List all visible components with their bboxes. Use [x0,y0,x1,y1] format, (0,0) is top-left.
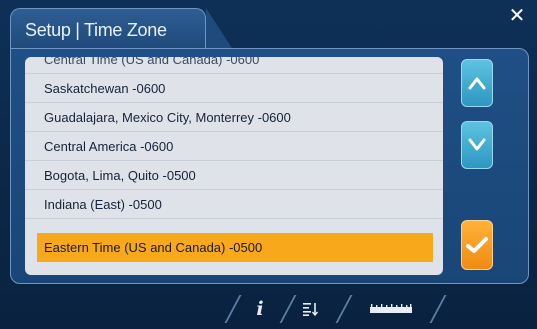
timezone-list[interactable]: Central Time (US and Canada) -0600 Saska… [25,57,443,275]
timezone-item[interactable]: Saskatchewan -0600 [25,74,443,103]
info-icon: i [256,298,264,320]
sort-icon [303,303,319,316]
timezone-item[interactable]: Guadalajara, Mexico City, Monterrey -060… [25,103,443,132]
checkmark-icon [466,237,488,253]
title-tab: Setup | Time Zone [10,8,232,48]
ruler-icon [370,304,412,313]
info-button[interactable]: i [253,298,267,320]
toolbar-divider [335,295,353,323]
ruler-button[interactable] [370,298,412,320]
timezone-item[interactable]: Central America -0600 [25,132,443,161]
timezone-item-partial[interactable]: Central Time (US and Canada) -0600 [25,57,443,74]
page-title: Setup | Time Zone [25,20,167,40]
scroll-up-button[interactable] [461,59,493,107]
bottom-toolbar: i [0,290,537,329]
toolbar-divider [429,295,447,323]
chevron-down-icon [468,138,486,151]
close-button[interactable]: ✕ [505,4,529,28]
close-icon: ✕ [508,5,526,27]
timezone-item[interactable]: Indiana (East) -0500 [25,190,443,219]
time-zone-setup-screen: Setup | Time Zone ✕ Central Time (US and… [0,0,537,329]
chevron-up-icon [468,77,486,90]
toolbar-divider [279,295,297,323]
timezone-item-selected[interactable]: Eastern Time (US and Canada) -0500 [37,233,433,262]
timezone-item[interactable]: Bogota, Lima, Quito -0500 [25,161,443,190]
scroll-down-button[interactable] [461,121,493,169]
toolbar-divider [224,295,242,323]
sort-button[interactable] [303,298,319,320]
confirm-button[interactable] [461,220,493,270]
